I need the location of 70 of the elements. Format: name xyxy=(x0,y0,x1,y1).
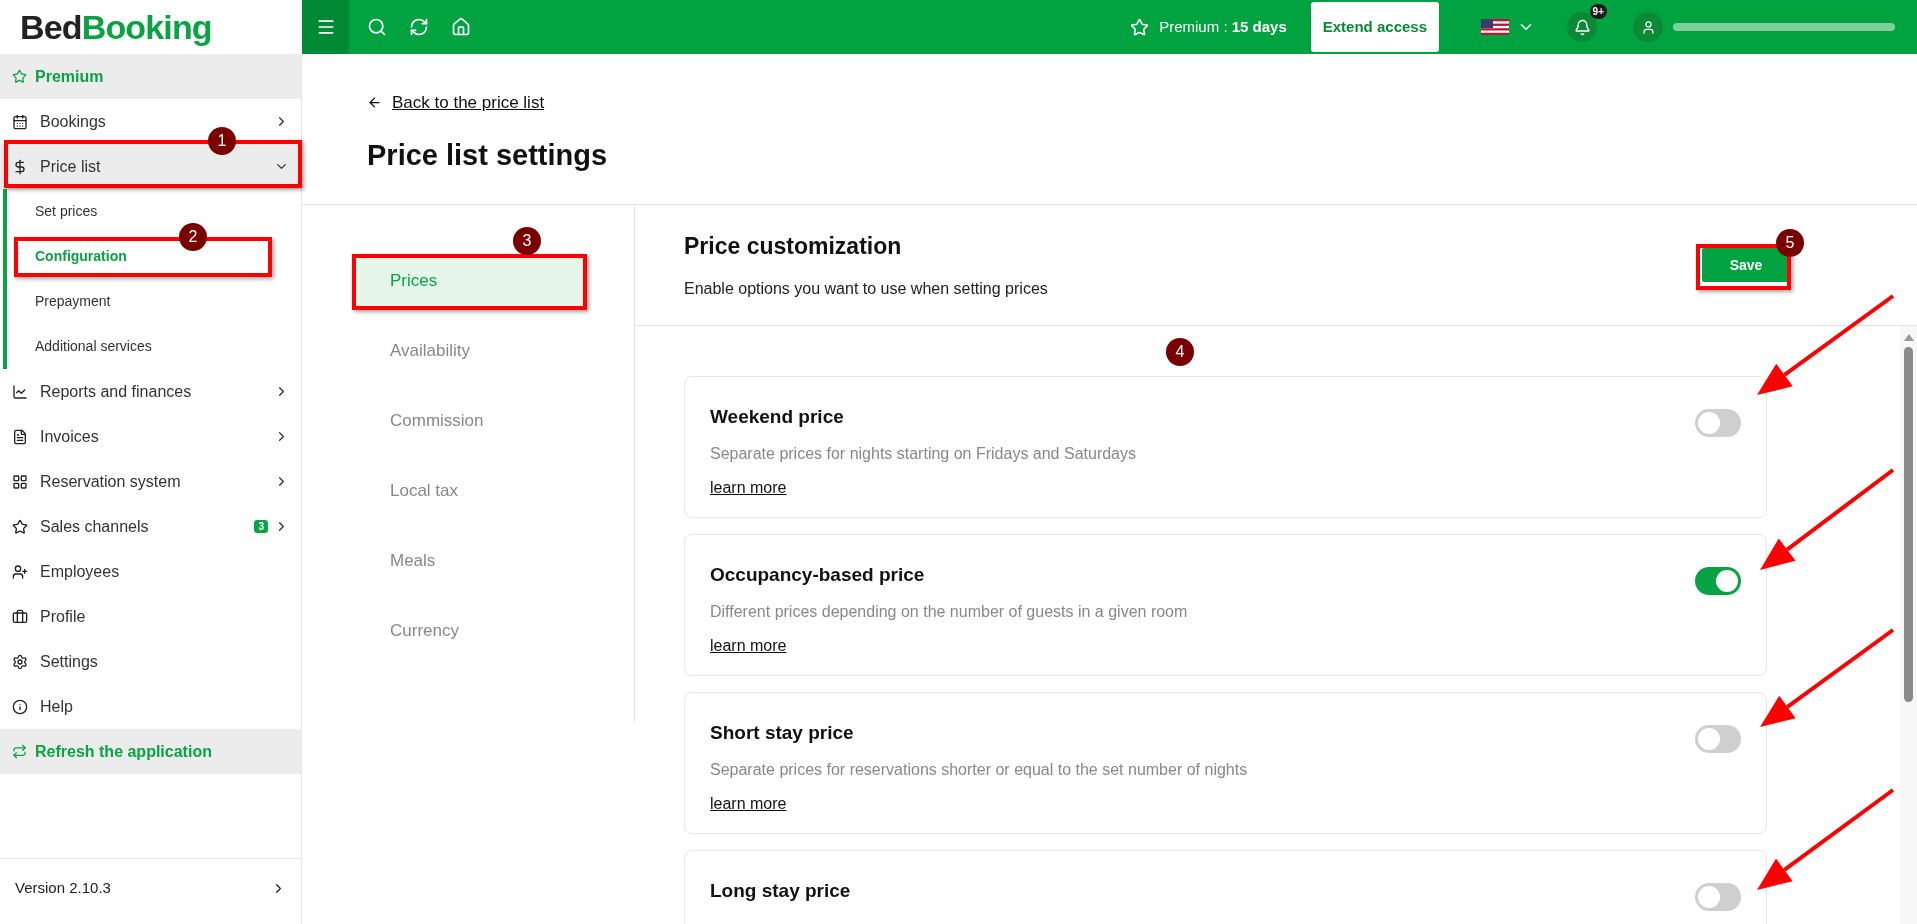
step-number: 3 xyxy=(513,227,541,255)
option-description: Separate prices for nights starting on Fridays and Saturdays xyxy=(710,443,1136,464)
page-title: Price list settings xyxy=(367,137,608,173)
user-avatar[interactable] xyxy=(1633,12,1663,42)
count-badge: 3 xyxy=(254,520,268,533)
step-number: 4 xyxy=(1166,338,1194,366)
section-subtitle: Enable options you want to use when setting prices xyxy=(684,279,1049,300)
option-title: Weekend price xyxy=(710,405,844,429)
version-item[interactable]: Version 2.10.3 xyxy=(0,858,301,918)
sidebar-item[interactable]: Employees xyxy=(12,559,120,584)
dollar-icon xyxy=(12,158,28,175)
learn-more-link[interactable]: learn more xyxy=(710,475,787,500)
user-icon xyxy=(1640,19,1656,35)
option-title: Short stay price xyxy=(710,721,854,745)
settings-tab[interactable]: Local tax xyxy=(352,465,585,517)
refresh-icon xyxy=(409,17,429,37)
sidebar-item[interactable]: Reports and finances xyxy=(12,379,192,404)
sidebar-item[interactable]: Sales channels xyxy=(12,514,149,539)
info-icon xyxy=(12,698,28,715)
calendar-icon xyxy=(12,113,28,130)
sidebar-item[interactable]: Price list xyxy=(12,154,101,179)
flag-icon[interactable] xyxy=(1481,19,1509,35)
bell-icon xyxy=(1573,18,1591,36)
sidebar-item[interactable]: Invoices xyxy=(12,424,99,449)
toggle-switch[interactable] xyxy=(1695,883,1741,911)
learn-more-link[interactable]: learn more xyxy=(710,633,787,658)
option-description: Separate prices for reservations shorter or equal to the set number of nights xyxy=(710,759,1248,780)
scrollbar[interactable] xyxy=(1900,326,1917,924)
settings-tab[interactable]: Availability xyxy=(352,325,585,377)
sidebar-item[interactable]: Reservation system xyxy=(12,469,181,494)
toggle-switch[interactable] xyxy=(1695,409,1741,437)
option-title: Long stay price xyxy=(710,879,851,903)
settings-icon xyxy=(12,653,28,670)
line-chart-icon xyxy=(12,383,28,400)
logo: BedBooking xyxy=(20,6,212,48)
document-icon xyxy=(12,428,28,445)
settings-tab[interactable]: Meals xyxy=(352,535,585,587)
submenu-item[interactable]: Prepayment xyxy=(7,279,115,324)
sidebar-item[interactable]: Help xyxy=(12,694,73,719)
sidebar-item[interactable]: Settings xyxy=(12,649,98,674)
settings-tab[interactable]: Commission xyxy=(352,395,585,447)
toggle-switch[interactable] xyxy=(1695,567,1741,595)
section-title: Price customization xyxy=(684,231,903,261)
home-icon xyxy=(451,17,471,37)
option-title: Occupancy-based price xyxy=(710,563,925,587)
step-number: 1 xyxy=(208,127,236,155)
star-icon xyxy=(12,69,27,84)
back-link[interactable]: Back to the price list xyxy=(367,90,545,116)
search-icon xyxy=(367,17,387,37)
star-icon xyxy=(1130,17,1150,37)
user-plus-icon xyxy=(12,563,28,580)
menu-button[interactable] xyxy=(302,0,349,54)
step-number: 5 xyxy=(1776,229,1804,257)
settings-tab[interactable]: Currency xyxy=(352,605,585,657)
notification-count: 9+ xyxy=(1589,4,1607,19)
extend-access-button[interactable]: Extend access xyxy=(1310,2,1439,52)
step-number: 2 xyxy=(179,223,207,251)
star-icon xyxy=(12,518,28,535)
submenu-item[interactable]: Additional services xyxy=(7,324,156,369)
repeat-icon xyxy=(12,744,27,759)
learn-more-link[interactable]: learn more xyxy=(710,791,787,816)
sidebar-item[interactable]: Bookings xyxy=(12,109,106,134)
sidebar-item[interactable]: Profile xyxy=(12,604,86,629)
grid-icon xyxy=(12,473,28,490)
toggle-switch[interactable] xyxy=(1695,725,1741,753)
submenu-item[interactable]: Set prices xyxy=(7,189,102,234)
premium-status: Premium : 15 days xyxy=(1159,16,1287,37)
option-description: Different prices depending on the number of guests in a given room xyxy=(710,601,1188,622)
scroll-up-icon[interactable] xyxy=(1903,334,1914,341)
briefcase-icon xyxy=(12,608,28,625)
